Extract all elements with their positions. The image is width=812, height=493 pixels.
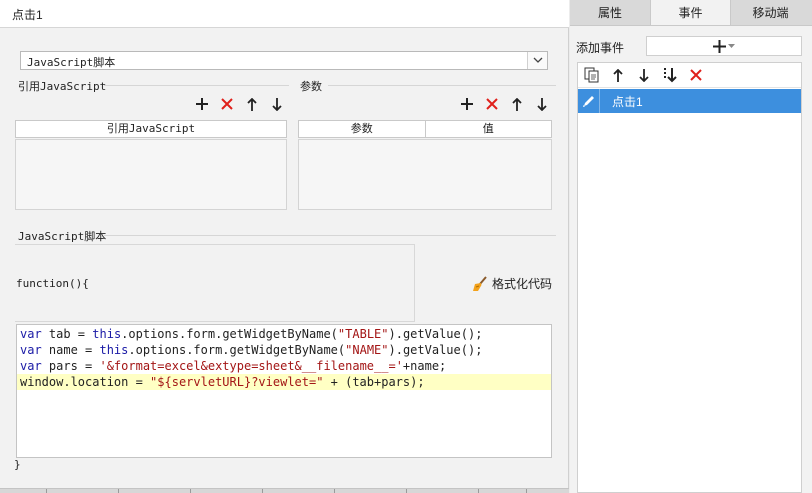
event-list-panel: 点击1: [577, 62, 802, 493]
imports-section-label: 引用JavaScript: [18, 80, 107, 93]
code-token: ).getValue();: [388, 343, 483, 357]
copy-icon: [584, 67, 599, 83]
params-table-body[interactable]: [298, 139, 552, 210]
code-token: window.location =: [20, 375, 151, 389]
move-down-event-button[interactable]: [636, 67, 652, 83]
code-token: "NAME": [345, 343, 389, 357]
code-token: ).getValue();: [388, 327, 483, 341]
column-header-import[interactable]: 引用JavaScript: [16, 121, 286, 137]
copy-event-button[interactable]: [584, 67, 600, 83]
add-param-button[interactable]: [459, 96, 475, 112]
format-code-label: 格式化代码: [492, 277, 553, 291]
code-token: tab =: [41, 327, 93, 341]
divider: [104, 235, 556, 236]
close-icon: [690, 69, 702, 81]
tab-events[interactable]: 事件: [650, 0, 730, 25]
add-event-label: 添加事件: [576, 41, 625, 55]
move-up-param-button[interactable]: [509, 96, 525, 112]
add-import-button[interactable]: [194, 96, 210, 112]
caret-down-icon: [728, 43, 735, 48]
arrow-up-icon: [512, 97, 522, 111]
code-token: "TABLE": [337, 327, 389, 341]
code-token: var: [20, 343, 42, 357]
tab-mobile[interactable]: 移动端: [730, 0, 810, 25]
move-to-bottom-icon: [664, 68, 677, 83]
code-token: .options.form.getWidgetByName(: [128, 343, 346, 357]
params-section-label: 参数: [300, 80, 322, 93]
code-token: var: [20, 327, 42, 341]
move-down-param-button[interactable]: [534, 96, 550, 112]
editor-title: 点击1: [0, 0, 569, 28]
status-strip: [0, 488, 569, 493]
move-up-import-button[interactable]: [244, 96, 260, 112]
code-token: name =: [41, 343, 100, 357]
code-line[interactable]: window.location = "${servletURL}?viewlet…: [17, 374, 551, 390]
code-token: this: [92, 327, 122, 341]
script-type-select[interactable]: JavaScript脚本: [20, 51, 548, 70]
close-icon: [221, 98, 233, 110]
code-token: pars =: [41, 359, 100, 373]
move-up-event-button[interactable]: [610, 67, 626, 83]
move-down-import-button[interactable]: [269, 96, 285, 112]
plus-icon: [461, 98, 473, 110]
imports-table-body[interactable]: [15, 139, 287, 210]
code-editor[interactable]: var tab = this.options.form.getWidgetByN…: [16, 324, 552, 458]
code-token: +name;: [402, 359, 447, 373]
arrow-down-icon: [639, 68, 649, 82]
properties-panel: 属性 事件 移动端 添加事件 点击1: [570, 0, 812, 493]
code-token: var: [20, 359, 42, 373]
function-open-text: function(){: [16, 277, 89, 290]
arrow-down-icon: [272, 97, 282, 111]
divider: [104, 85, 289, 86]
code-line[interactable]: var name = this.options.form.getWidgetBy…: [17, 342, 551, 358]
add-event-dropdown[interactable]: [646, 36, 802, 56]
move-to-bottom-event-button[interactable]: [662, 67, 678, 83]
code-token: + (tab+pars);: [323, 375, 425, 389]
arrow-up-icon: [247, 97, 257, 111]
delete-import-button[interactable]: [219, 96, 235, 112]
script-editor-panel: 点击1 JavaScript脚本 引用JavaScript 参数 引用JavaS…: [0, 0, 569, 488]
delete-event-button[interactable]: [688, 67, 704, 83]
broom-icon: [473, 275, 487, 291]
column-header-value[interactable]: 值: [426, 121, 552, 137]
close-icon: [486, 98, 498, 110]
delete-param-button[interactable]: [484, 96, 500, 112]
code-token: '&format=excel&extype=sheet&__filename__…: [99, 359, 403, 373]
event-name: 点击1: [612, 94, 643, 109]
divider: [328, 85, 556, 86]
format-code-button[interactable]: 格式化代码: [472, 275, 552, 292]
code-token: this: [99, 343, 129, 357]
arrow-up-icon: [613, 68, 623, 82]
code-line[interactable]: var pars = '&format=excel&extype=sheet&_…: [17, 358, 551, 374]
event-list-item[interactable]: 点击1: [578, 89, 801, 113]
imports-table-header: 引用JavaScript: [15, 120, 287, 138]
pencil-icon[interactable]: [578, 89, 600, 113]
code-token: "${servletURL}?viewlet=": [150, 375, 324, 389]
plus-icon: [196, 98, 208, 110]
arrow-down-icon: [537, 97, 547, 111]
script-section-label: JavaScript脚本: [18, 230, 107, 243]
event-toolbar: [578, 63, 801, 88]
chevron-down-icon[interactable]: [527, 52, 547, 69]
tab-properties[interactable]: 属性: [570, 0, 650, 25]
function-close-text: }: [14, 458, 21, 471]
panel-tabs: 属性 事件 移动端: [570, 0, 812, 26]
code-token: .options.form.getWidgetByName(: [121, 327, 338, 341]
params-table-header: 参数 值: [298, 120, 552, 138]
script-type-value: JavaScript脚本: [27, 56, 116, 69]
column-header-param[interactable]: 参数: [299, 121, 426, 137]
plus-icon: [713, 39, 726, 53]
code-line[interactable]: var tab = this.options.form.getWidgetByN…: [17, 326, 551, 342]
